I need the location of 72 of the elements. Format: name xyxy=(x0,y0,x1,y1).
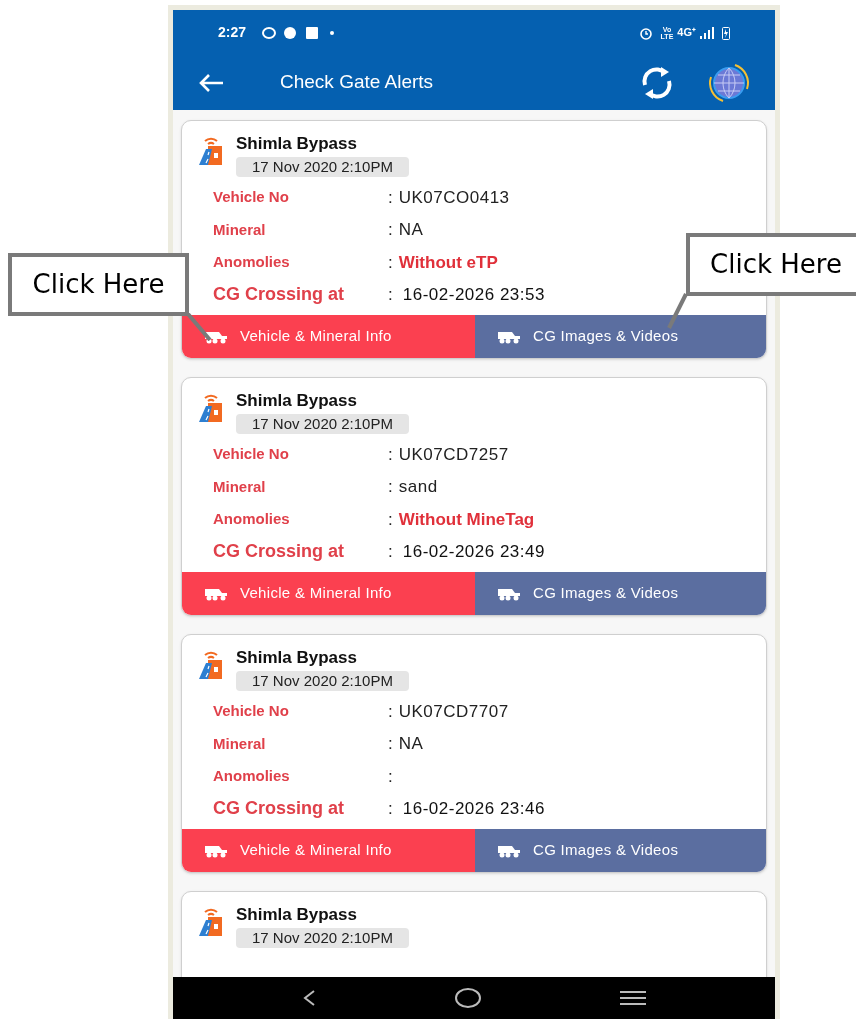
field-label: CG Crossing at xyxy=(213,797,346,821)
date-badge: 17 Nov 2020 2:10PM xyxy=(236,671,409,691)
field-label: Mineral xyxy=(213,219,267,240)
callout-box: Click Here xyxy=(686,233,856,296)
date-badge: 17 Nov 2020 2:10PM xyxy=(236,414,409,434)
field-value: UK07CD7707 xyxy=(398,700,509,723)
field-label: Mineral xyxy=(213,476,267,497)
menu-nav-icon[interactable] xyxy=(619,990,646,1006)
truck-icon xyxy=(204,586,228,601)
field-label: Anomolies xyxy=(213,252,291,272)
field-separator: : xyxy=(388,541,393,563)
field-value: 16-02-2026 23:46 xyxy=(402,798,545,820)
truck-icon xyxy=(204,329,228,344)
field-label: Vehicle No xyxy=(213,187,290,207)
field-label: Vehicle No xyxy=(213,444,290,464)
field-separator: : xyxy=(388,765,393,788)
field-label: Anomolies xyxy=(213,766,291,786)
field-value: Without eTP xyxy=(398,251,498,274)
field-value: NA xyxy=(398,219,424,241)
images-videos-button[interactable]: CG Images & Videos xyxy=(475,315,766,358)
home-nav-icon[interactable] xyxy=(455,988,481,1008)
leader-line xyxy=(666,293,688,329)
circle-icon xyxy=(284,26,297,39)
field-value: sand xyxy=(398,476,438,498)
field-value: Without MineTag xyxy=(398,508,535,531)
field-separator: : xyxy=(388,476,393,498)
truck-icon xyxy=(497,329,521,344)
field-separator: : xyxy=(388,186,393,209)
field-separator: : xyxy=(388,733,393,755)
field-separator: : xyxy=(388,700,393,723)
field-separator: : xyxy=(388,219,393,241)
signal-icon xyxy=(700,26,714,39)
truck-icon xyxy=(204,843,228,858)
field-value: 16-02-2026 23:53 xyxy=(402,284,545,306)
field-label: Vehicle No xyxy=(213,701,290,721)
field-separator: : xyxy=(388,251,393,274)
location-title: Shimla Bypass xyxy=(236,904,357,926)
location-title: Shimla Bypass xyxy=(236,390,357,412)
alarm-icon xyxy=(638,25,653,40)
callout-box: Click Here xyxy=(8,253,189,316)
field-label: Anomolies xyxy=(213,509,291,529)
field-separator: : xyxy=(388,798,393,820)
field-label: CG Crossing at xyxy=(213,283,346,307)
square-icon xyxy=(306,26,319,39)
field-value: 16-02-2026 23:49 xyxy=(402,541,545,563)
field-separator: : xyxy=(388,508,393,531)
dot-icon xyxy=(330,30,335,35)
network-label: 4G⁺ xyxy=(677,25,696,41)
field-value: NA xyxy=(398,733,424,755)
location-title: Shimla Bypass xyxy=(236,647,357,669)
status-time: 2:27 xyxy=(218,23,247,42)
truck-icon xyxy=(497,586,521,601)
vehicle-info-button[interactable]: Vehicle & Mineral Info xyxy=(182,315,475,358)
images-videos-button[interactable]: CG Images & Videos xyxy=(475,572,766,615)
location-title: Shimla Bypass xyxy=(236,133,357,155)
back-arrow-icon[interactable] xyxy=(198,72,224,93)
date-badge: 17 Nov 2020 2:10PM xyxy=(236,157,409,177)
images-videos-button[interactable]: CG Images & Videos xyxy=(475,829,766,872)
field-separator: : xyxy=(388,443,393,466)
app-bar-title: Check Gate Alerts xyxy=(280,70,434,95)
leader-line xyxy=(186,313,212,341)
field-value: UK07CO0413 xyxy=(398,186,510,209)
field-label: CG Crossing at xyxy=(213,540,346,564)
battery-icon xyxy=(722,25,730,40)
field-separator: : xyxy=(388,284,393,306)
vehicle-info-button[interactable]: Vehicle & Mineral Info xyxy=(182,829,475,872)
truck-icon xyxy=(497,843,521,858)
back-nav-icon[interactable] xyxy=(302,989,317,1007)
vehicle-info-button[interactable]: Vehicle & Mineral Info xyxy=(182,572,475,615)
field-label: Mineral xyxy=(213,733,267,754)
field-value: UK07CD7257 xyxy=(398,443,509,466)
date-badge: 17 Nov 2020 2:10PM xyxy=(236,928,409,948)
